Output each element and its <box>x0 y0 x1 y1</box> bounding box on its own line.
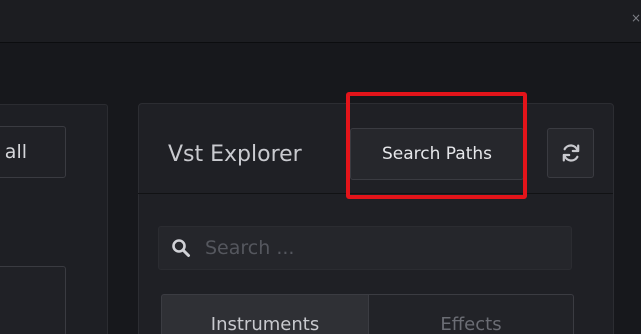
search-box <box>158 226 572 270</box>
search-paths-button[interactable]: Search Paths <box>350 128 524 180</box>
refresh-icon <box>562 144 580 162</box>
search-input[interactable] <box>205 233 555 263</box>
tab-effects[interactable]: Effects <box>368 294 574 334</box>
window-title-bar <box>0 0 641 43</box>
search-icon <box>172 239 190 257</box>
left-panel-button[interactable]: all <box>0 126 66 178</box>
vst-explorer-header-divider <box>138 193 613 194</box>
vst-explorer-title: Vst Explorer <box>168 142 302 167</box>
tab-instruments[interactable]: Instruments <box>161 294 368 334</box>
app-window: × all Vst Explorer Search Paths Instrume… <box>0 0 641 334</box>
close-icon[interactable]: × <box>631 10 641 26</box>
left-panel-lower-button[interactable] <box>0 266 66 334</box>
refresh-button[interactable] <box>547 128 594 178</box>
